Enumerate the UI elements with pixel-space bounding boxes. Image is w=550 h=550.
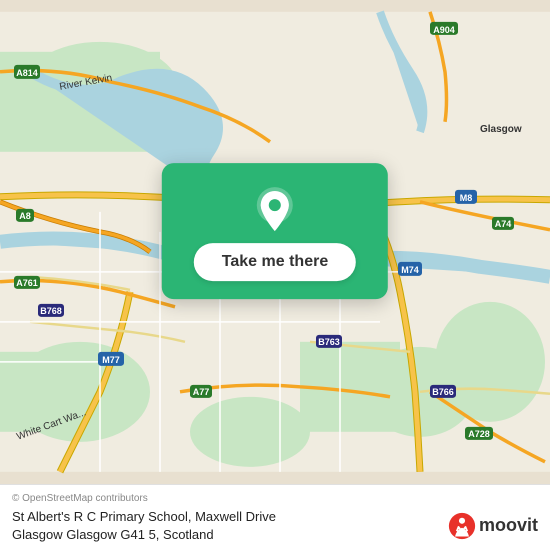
take-me-there-button[interactable]: Take me there [194,243,356,281]
svg-text:A814: A814 [16,68,38,78]
svg-text:B763: B763 [318,337,340,347]
svg-text:A904: A904 [433,25,455,35]
footer: © OpenStreetMap contributors St Albert's… [0,484,550,550]
svg-text:A74: A74 [495,219,512,229]
location-address: St Albert's R C Primary School, Maxwell … [12,508,438,544]
moovit-logo: moovit [448,512,538,540]
app-container: M8 M74 M77 A814 A8 A761 A77 A74 [0,0,550,550]
svg-text:M77: M77 [102,355,120,365]
svg-text:A761: A761 [16,278,38,288]
map-area: M8 M74 M77 A814 A8 A761 A77 A74 [0,0,550,484]
svg-text:A8: A8 [19,211,31,221]
footer-bottom: St Albert's R C Primary School, Maxwell … [12,508,538,544]
svg-text:M8: M8 [460,193,473,203]
svg-text:A728: A728 [468,429,490,439]
location-pin-icon [251,185,299,233]
svg-text:M74: M74 [401,265,419,275]
moovit-text: moovit [479,515,538,536]
svg-text:A77: A77 [193,387,210,397]
moovit-icon [448,512,476,540]
svg-text:B766: B766 [432,387,454,397]
svg-text:Glasgow: Glasgow [480,124,522,135]
location-card: Take me there [162,163,388,299]
svg-text:B768: B768 [40,306,62,316]
map-attribution: © OpenStreetMap contributors [12,493,538,504]
